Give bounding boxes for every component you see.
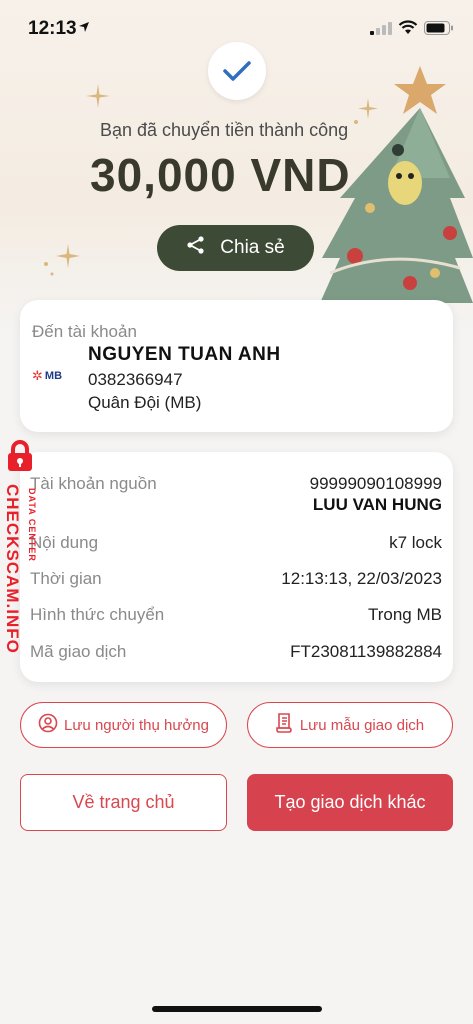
success-message: Bạn đã chuyển tiền thành công xyxy=(100,120,349,140)
new-transaction-button[interactable]: Tạo giao dịch khác xyxy=(247,774,453,831)
document-icon xyxy=(276,713,294,737)
mb-bank-logo: ✲ MB xyxy=(32,368,62,384)
sparkle-decoration-icon xyxy=(40,244,86,283)
save-payee-label: Lưu người thụ hưởng xyxy=(64,716,209,734)
location-arrow-icon xyxy=(78,20,90,38)
home-indicator xyxy=(152,1006,322,1012)
watermark-sub-text: DATA CENTER xyxy=(27,488,37,562)
recipient-card: Đến tài khoản ✲ MB NGUYEN TUAN ANH 03823… xyxy=(20,300,453,432)
source-account-name: LUU VAN HUNG xyxy=(312,495,442,514)
status-time: 12:13 xyxy=(28,18,77,39)
to-account-label: Đến tài khoản xyxy=(32,322,137,341)
content-row: Nội dung k7 lock xyxy=(30,533,442,555)
time-value: 12:13:13, 22/03/2023 xyxy=(281,569,442,588)
method-value: Trong MB xyxy=(367,605,442,624)
transfer-amount: 30,000 VND xyxy=(90,149,351,201)
checkscam-watermark: CHECKSCAM.INFO DATA CENTER xyxy=(0,436,52,666)
watermark-main-text: CHECKSCAM.INFO xyxy=(3,484,22,654)
signal-icon xyxy=(370,22,392,40)
time-row: Thời gian 12:13:13, 22/03/2023 xyxy=(30,569,442,591)
wifi-icon xyxy=(398,20,418,40)
source-account-number: 99999090108999 xyxy=(309,474,442,493)
save-payee-button[interactable]: Lưu người thụ hưởng xyxy=(20,702,227,748)
share-button[interactable]: Chia sẻ xyxy=(157,225,314,271)
content-value: k7 lock xyxy=(389,533,442,552)
tx-code-value: FT23081139882884 xyxy=(290,642,442,661)
tx-code-row: Mã giao dịch FT23081139882884 xyxy=(30,642,442,664)
lock-icon xyxy=(4,440,36,472)
user-circle-icon xyxy=(38,713,58,737)
battery-icon xyxy=(424,21,454,40)
recipient-name: NGUYEN TUAN ANH xyxy=(88,344,281,365)
save-template-button[interactable]: Lưu mẫu giao dịch xyxy=(247,702,453,748)
method-row: Hình thức chuyển Trong MB xyxy=(30,605,442,627)
bank-logo-text: MB xyxy=(44,370,63,382)
recipient-account: 0382366947 xyxy=(88,370,183,389)
success-check-icon xyxy=(208,42,266,100)
star-icon: ✲ xyxy=(32,368,43,383)
save-template-label: Lưu mẫu giao dịch xyxy=(299,716,425,734)
share-label: Chia sẻ xyxy=(220,237,285,258)
recipient-bank: Quân Đội (MB) xyxy=(88,393,202,412)
sparkle-decoration-icon xyxy=(86,84,110,113)
transaction-details-card: Tài khoản nguồn 99999090108999 LUU VAN H… xyxy=(20,452,453,682)
home-button[interactable]: Về trang chủ xyxy=(20,774,227,831)
source-account-row: Tài khoản nguồn 99999090108999 LUU VAN H… xyxy=(30,474,442,516)
share-icon xyxy=(186,235,206,261)
